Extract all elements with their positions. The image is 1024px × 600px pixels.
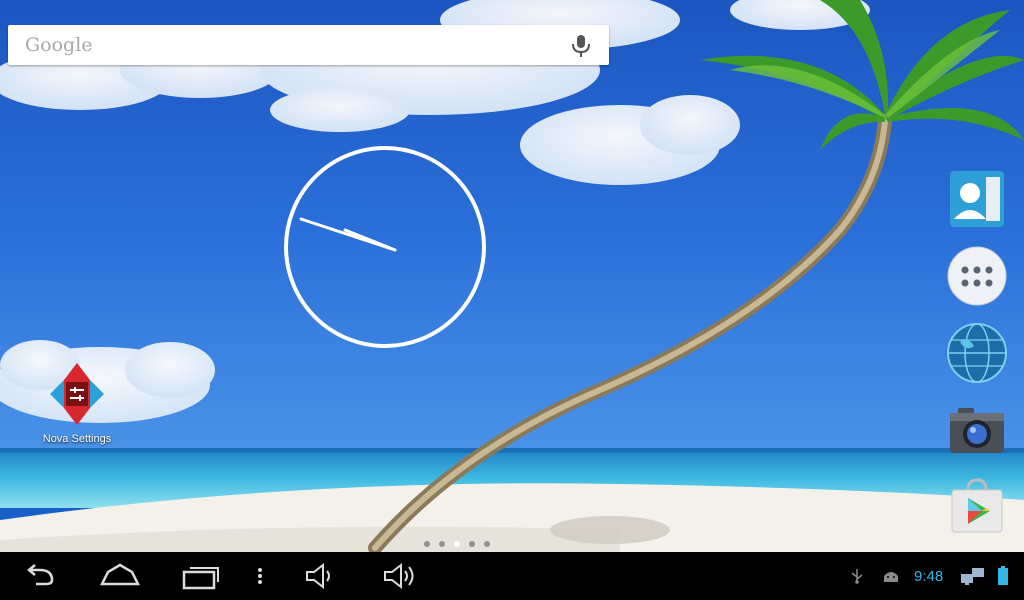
clock-minute-hand	[299, 217, 397, 252]
contacts-icon	[950, 171, 1004, 227]
system-navigation-bar: 9:48	[0, 552, 1024, 600]
battery-icon	[998, 566, 1008, 585]
nova-settings-icon	[50, 363, 104, 425]
network-icon	[961, 568, 984, 585]
desktop-icon-label: Nova Settings	[42, 433, 112, 445]
desktop-icon-nova-settings[interactable]: Nova Settings	[30, 360, 124, 445]
dock-browser[interactable]	[946, 322, 1008, 384]
page-indicator	[424, 541, 490, 547]
dock-play-store[interactable]	[946, 476, 1008, 538]
page-dot	[439, 541, 445, 547]
page-dot	[424, 541, 430, 547]
android-debug-icon	[884, 572, 898, 582]
page-dot	[484, 541, 490, 547]
analog-clock-widget[interactable]	[283, 145, 487, 349]
page-dot	[469, 541, 475, 547]
google-logo: Google	[25, 34, 93, 56]
microphone-icon[interactable]	[570, 34, 592, 58]
camera-icon	[950, 408, 1004, 453]
wallpaper	[0, 0, 1024, 552]
usb-icon	[851, 569, 863, 584]
google-search-bar[interactable]: Google	[8, 25, 609, 65]
clock-time: 9:48	[914, 568, 944, 585]
dock-camera[interactable]	[946, 399, 1008, 461]
dock-app-drawer[interactable]	[946, 245, 1008, 307]
dock-contacts[interactable]	[946, 167, 1008, 229]
app-drawer-icon	[947, 246, 1007, 306]
page-dot-active	[454, 541, 460, 547]
play-store-icon	[951, 478, 1003, 533]
browser-globe-icon	[947, 323, 1007, 383]
status-area[interactable]: 9:48	[0, 552, 1024, 600]
